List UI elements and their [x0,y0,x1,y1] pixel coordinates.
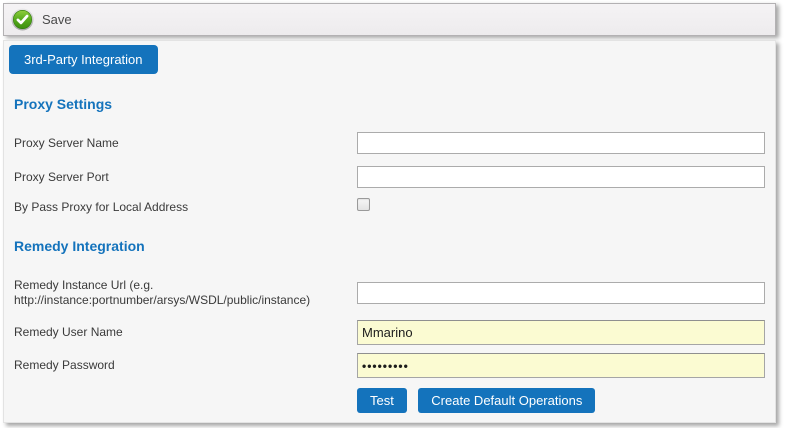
form-row-remedy-instance-url: Remedy Instance Url (e.g. http://instanc… [4,278,775,308]
proxy-server-name-input[interactable] [357,132,765,154]
remedy-instance-url-label: Remedy Instance Url (e.g. http://instanc… [14,278,357,308]
proxy-server-name-label: Proxy Server Name [14,136,357,151]
save-button[interactable]: Save [11,8,72,31]
form-row-bypass-proxy: By Pass Proxy for Local Address [4,198,775,216]
section-title-proxy-settings: Proxy Settings [14,96,775,112]
save-check-icon [11,8,34,31]
form-row-proxy-server-name: Proxy Server Name [4,132,775,154]
form-row-action-buttons: Test Create Default Operations [4,388,775,413]
toolbar: Save [3,3,776,36]
tab-3rd-party-integration[interactable]: 3rd-Party Integration [9,45,158,74]
form-row-remedy-user-name: Remedy User Name [4,320,775,345]
remedy-password-input[interactable] [357,353,765,378]
proxy-server-port-label: Proxy Server Port [14,170,357,185]
bypass-proxy-checkbox[interactable] [357,198,370,211]
form-row-proxy-server-port: Proxy Server Port [4,166,775,188]
section-title-remedy-integration: Remedy Integration [14,238,775,254]
form-row-remedy-password: Remedy Password [4,353,775,378]
remedy-instance-url-input[interactable] [357,282,765,304]
bypass-proxy-label: By Pass Proxy for Local Address [14,200,357,215]
remedy-user-name-input[interactable] [357,320,765,345]
test-button[interactable]: Test [357,388,407,413]
proxy-server-port-input[interactable] [357,166,765,188]
create-default-operations-button[interactable]: Create Default Operations [418,388,595,413]
remedy-password-label: Remedy Password [14,358,357,373]
save-label: Save [42,12,72,27]
settings-panel: 3rd-Party Integration Proxy Settings Pro… [3,40,776,423]
remedy-user-name-label: Remedy User Name [14,325,357,340]
